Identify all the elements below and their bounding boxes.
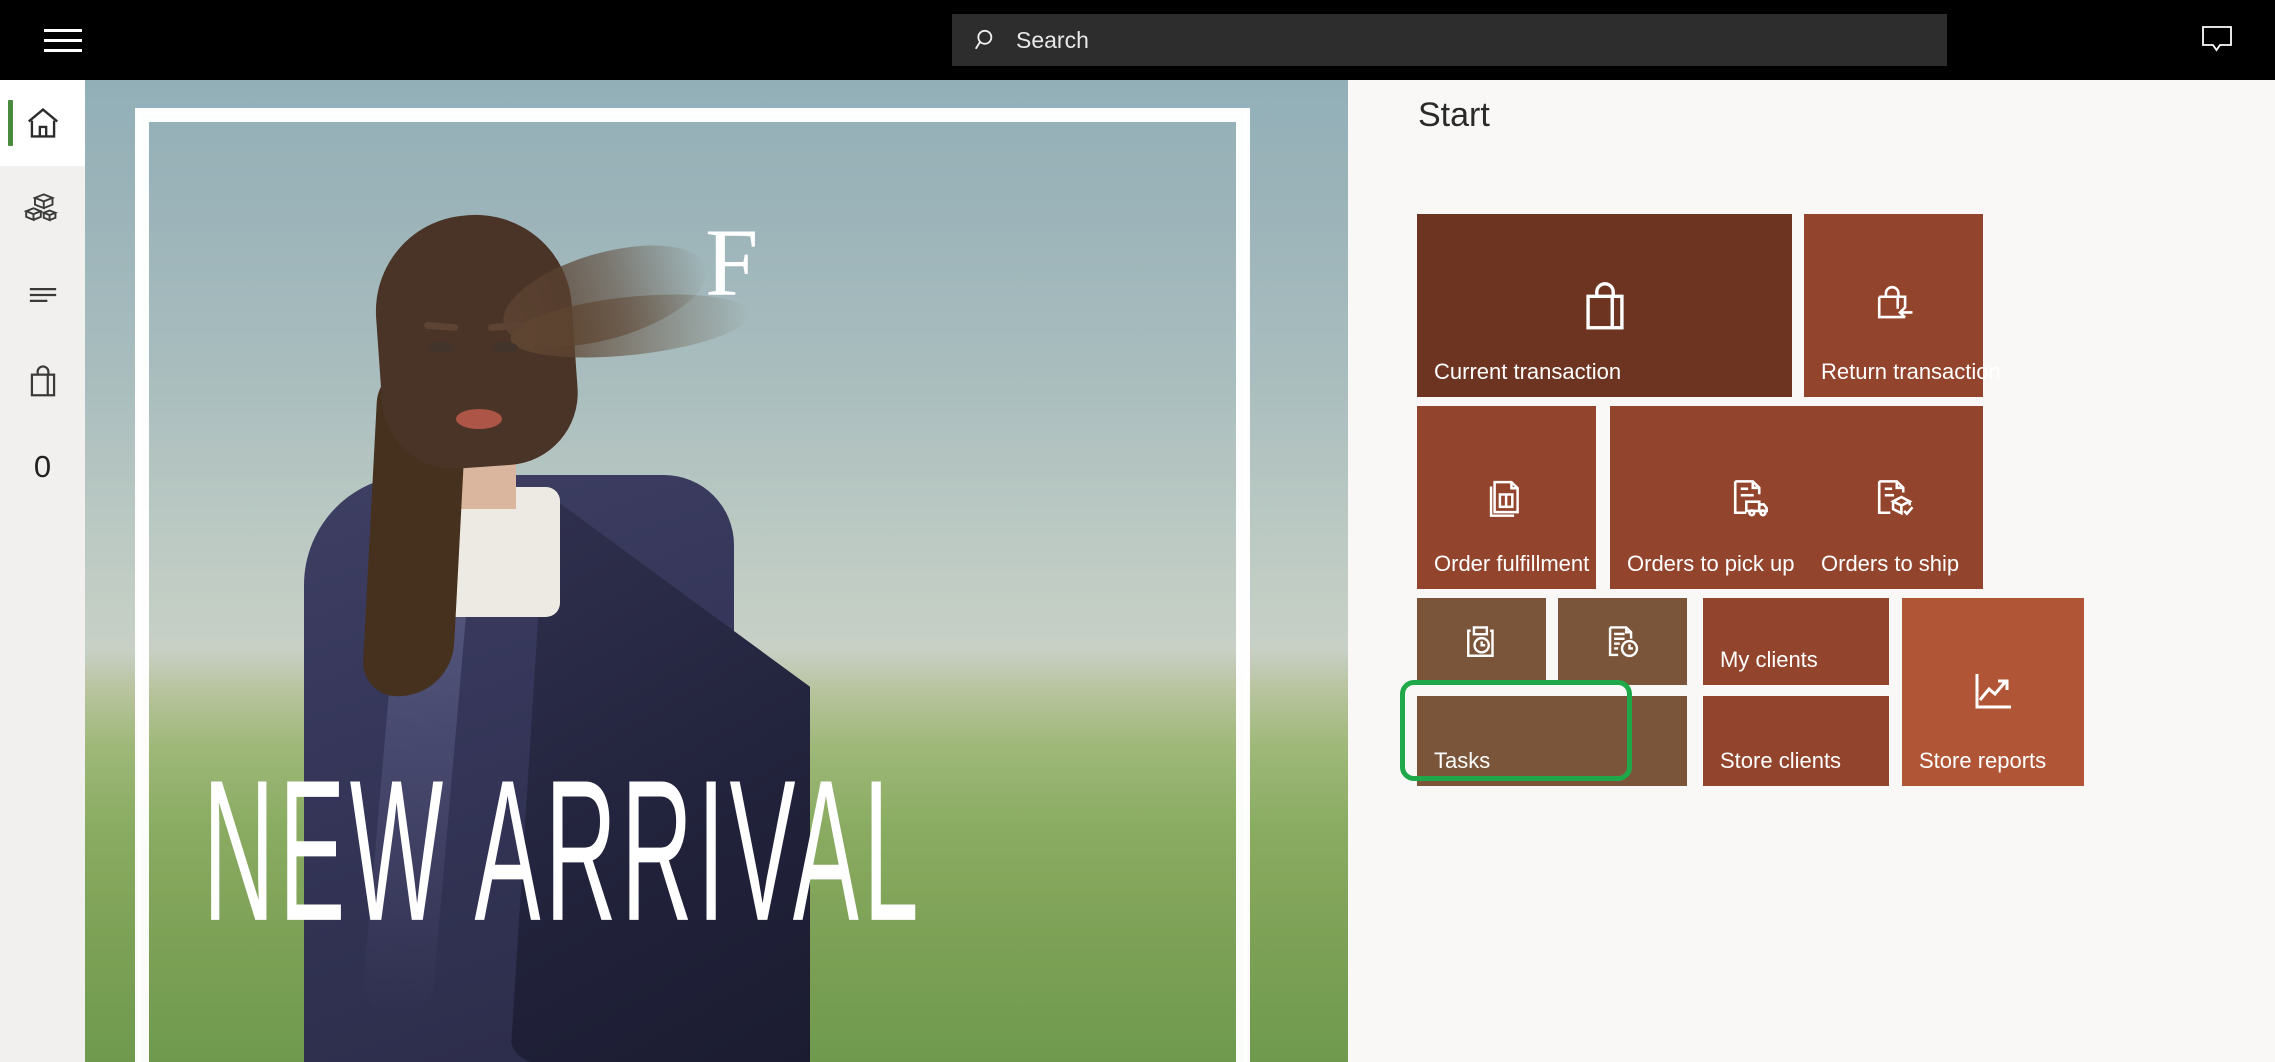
hamburger-menu-icon xyxy=(43,22,82,59)
sidebar-item-list[interactable] xyxy=(0,252,85,338)
tile-label: Current transaction xyxy=(1434,359,1622,384)
notification-button[interactable] xyxy=(2177,0,2257,80)
tile-label: Orders to ship xyxy=(1821,551,1960,576)
shopping-bag-icon xyxy=(30,365,55,397)
app-root: Search 0 F NEW ARRIVAL Start Current tra… xyxy=(0,0,2275,1062)
hero-banner-image: F NEW ARRIVAL xyxy=(85,80,1348,1062)
tile-label: Store reports xyxy=(1919,748,2047,773)
hero-headline: NEW ARRIVAL xyxy=(203,737,924,963)
tile-label: Order fulfillment xyxy=(1434,551,1590,576)
document-box-check-icon xyxy=(1877,479,1913,516)
hamburger-menu-button[interactable] xyxy=(20,0,105,80)
document-stack-icon xyxy=(1489,480,1519,517)
search-input[interactable]: Search xyxy=(952,14,1947,66)
tile-label: Tasks xyxy=(1434,748,1491,773)
sidebar-item-cart[interactable] xyxy=(0,338,85,424)
tile-label: Store clients xyxy=(1720,748,1842,773)
document-truck-icon xyxy=(1733,479,1768,516)
home-icon xyxy=(27,107,58,138)
clipboard-clock-icon xyxy=(1466,625,1494,657)
tile-order-fulfillment[interactable]: Order fulfillment xyxy=(1417,406,1596,589)
trend-chart-icon xyxy=(1975,674,2011,709)
tile-icon-wrap xyxy=(1558,598,1687,685)
boxes-icon xyxy=(23,193,58,222)
tile-orders-to-ship[interactable]: Orders to ship xyxy=(1804,406,1983,589)
document-clock-icon xyxy=(1608,625,1638,657)
shopping-bag-icon xyxy=(1585,281,1624,329)
top-bar: Search xyxy=(0,0,2275,80)
tile-my-clients[interactable]: My clients xyxy=(1703,598,1889,685)
sidebar-item-home[interactable] xyxy=(0,80,85,166)
page-title: Start xyxy=(1418,96,1490,134)
search-icon xyxy=(975,29,993,50)
shopping-bag-return-icon xyxy=(1877,285,1912,318)
sidebar-item-counter[interactable]: 0 xyxy=(0,424,85,510)
tile-icon-wrap xyxy=(1417,598,1546,685)
search-placeholder: Search xyxy=(1016,26,1089,53)
sidebar-item-products[interactable] xyxy=(0,166,85,252)
tile-label: Orders to pick up xyxy=(1627,551,1795,576)
left-sidebar: 0 xyxy=(0,80,85,1062)
tile-shifts[interactable] xyxy=(1558,598,1687,685)
tile-store-reports[interactable]: Store reports xyxy=(1902,598,2084,786)
tile-time-clock[interactable] xyxy=(1417,598,1546,685)
tile-return-transaction[interactable]: Return transaction xyxy=(1804,214,2001,397)
hero-brand-logo: F xyxy=(705,209,759,316)
tile-store-clients[interactable]: Store clients xyxy=(1703,696,1889,786)
list-lines-icon xyxy=(29,288,56,302)
tile-label: Return transaction xyxy=(1821,359,2001,384)
tile-label: My clients xyxy=(1720,647,1818,672)
tile-current-transaction[interactable]: Current transaction xyxy=(1417,214,1792,397)
tile-tasks[interactable]: Tasks xyxy=(1417,696,1687,786)
speech-bubble-icon xyxy=(2202,26,2232,52)
sidebar-item-counter-label: 0 xyxy=(33,449,52,484)
start-panel: Start Current transaction Return transac… xyxy=(1348,80,2275,1062)
